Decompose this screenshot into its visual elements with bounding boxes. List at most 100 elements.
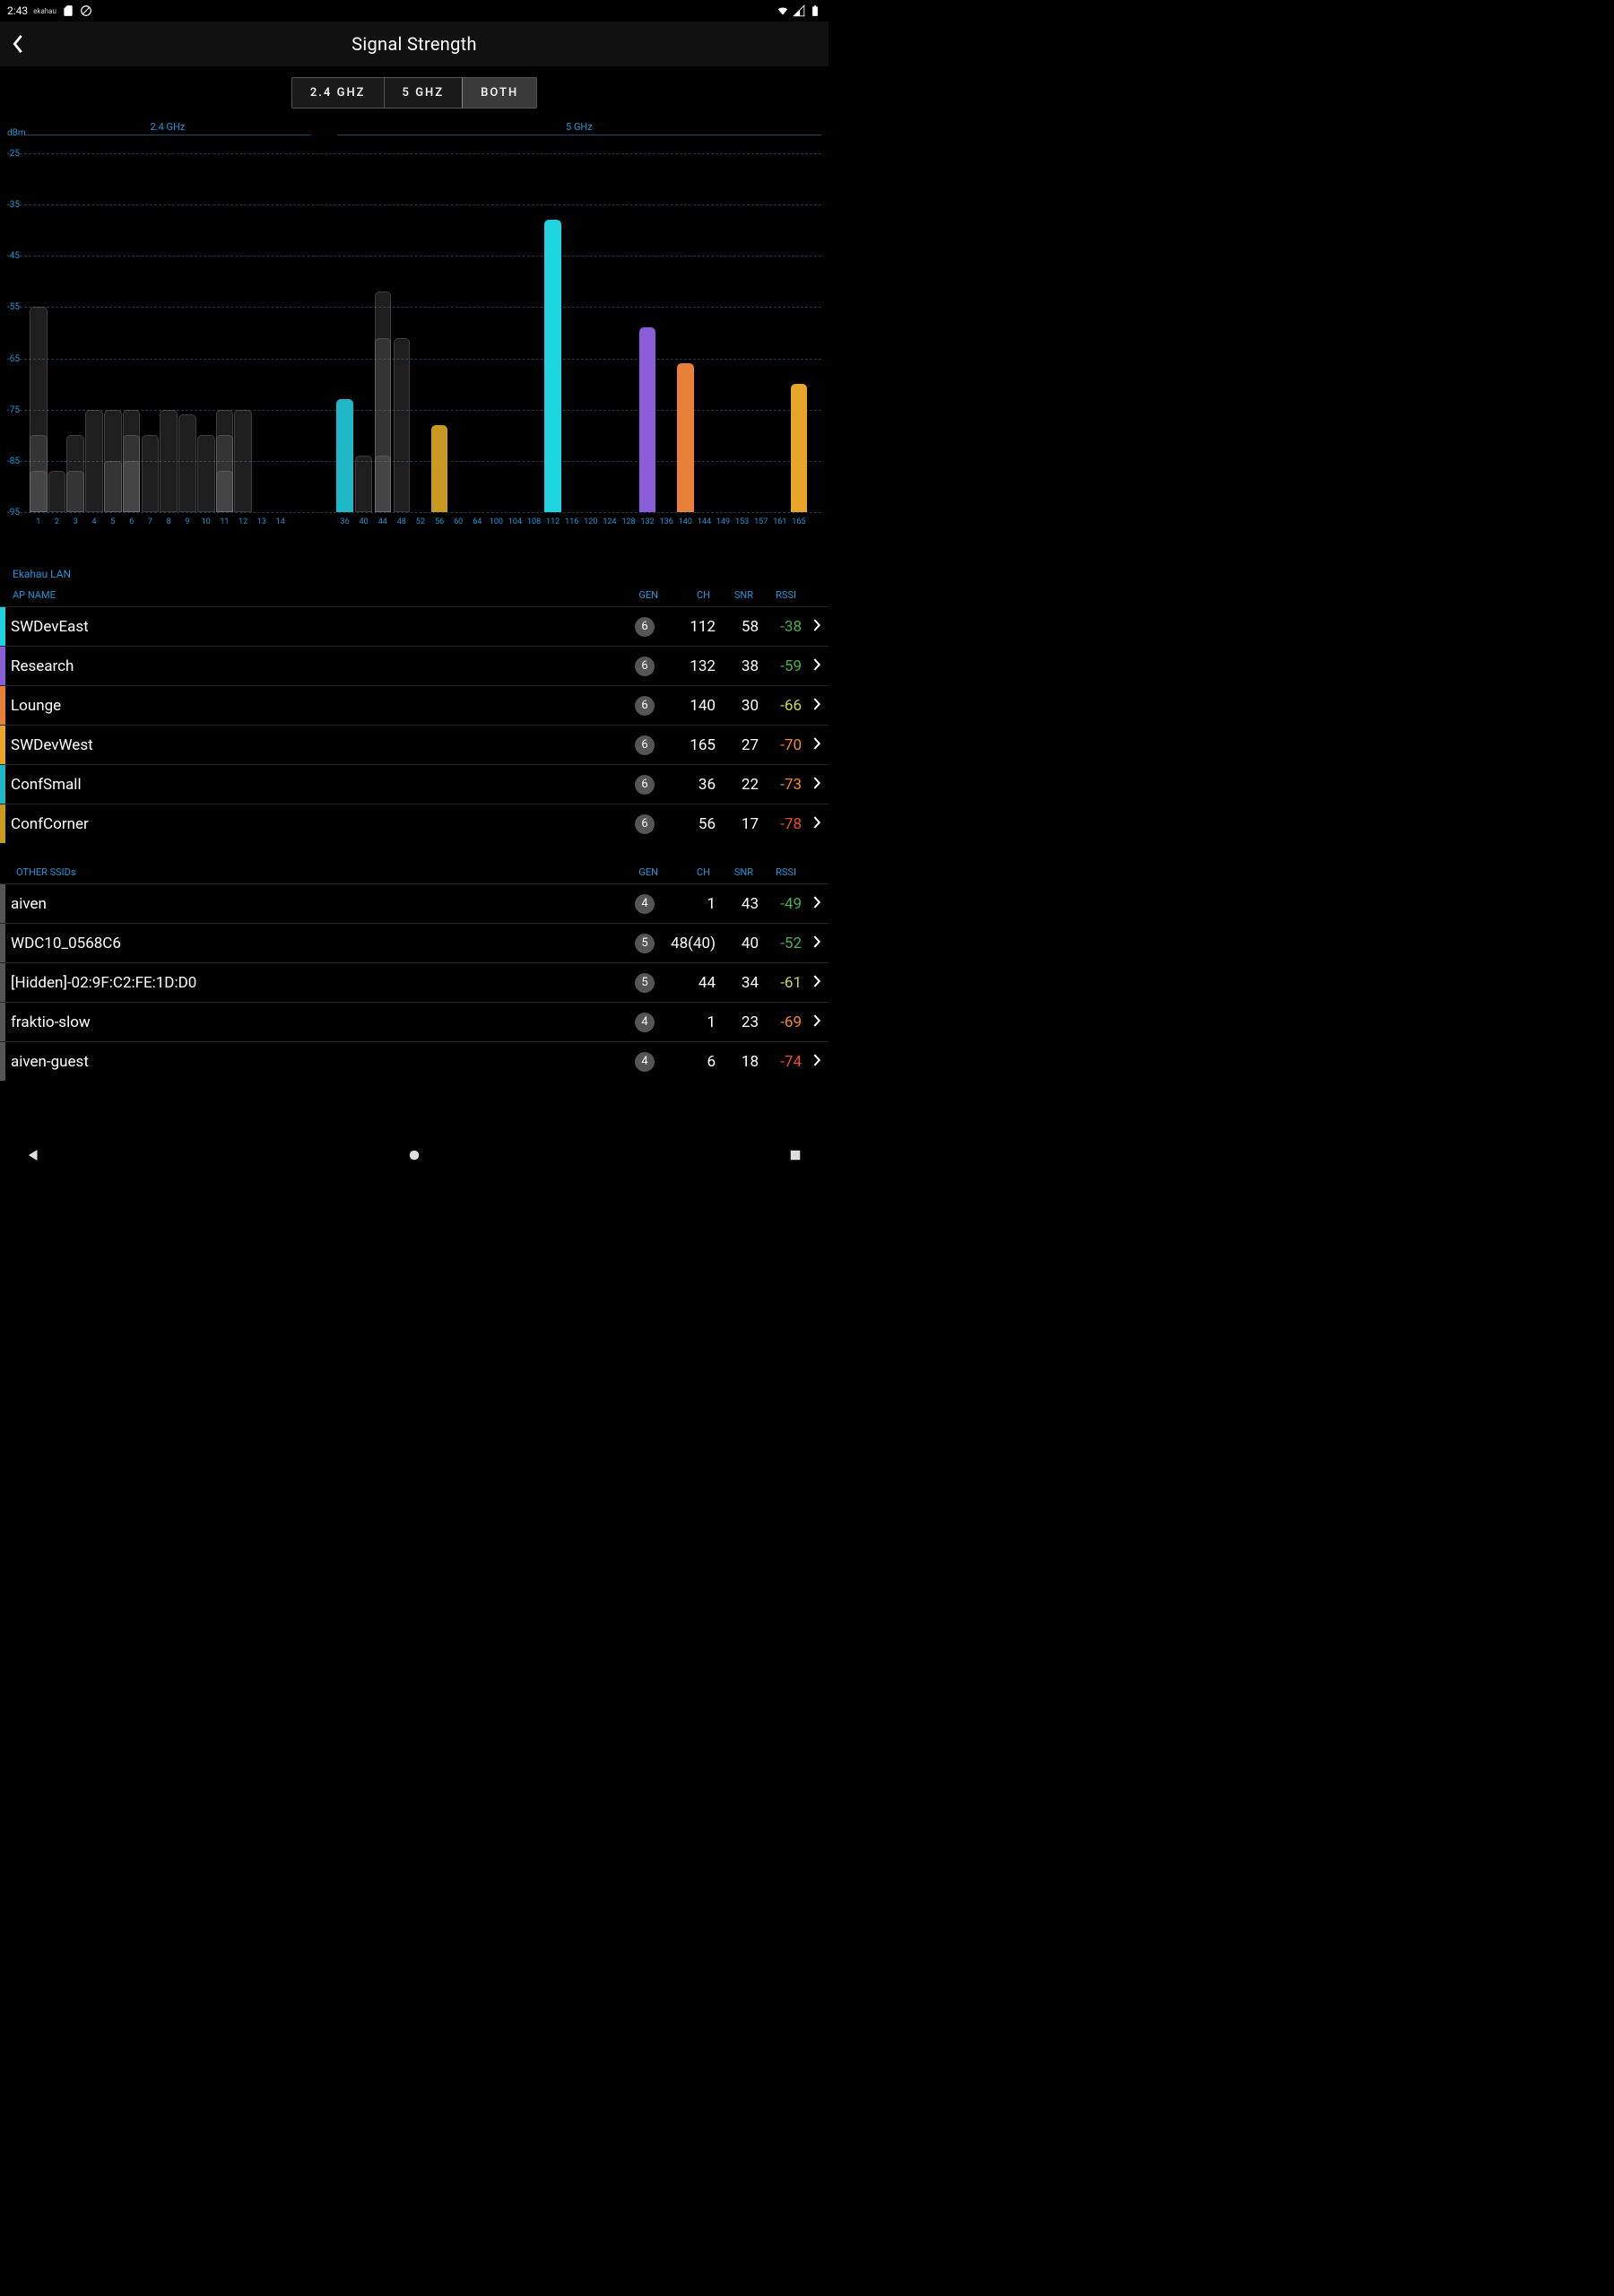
snr-value: 38 — [716, 657, 759, 675]
chevron-right-icon — [802, 736, 821, 754]
snr-value: 43 — [716, 895, 759, 913]
x-tick: 116 — [565, 517, 578, 526]
ap-name: fraktio-slow — [5, 1013, 626, 1031]
ghost-bar — [160, 410, 178, 512]
cell-signal-icon — [793, 4, 805, 17]
ap-row[interactable]: Lounge 6 140 30 -66 — [0, 685, 829, 725]
sd-card-icon — [62, 4, 74, 17]
y-tick: -45 — [7, 251, 20, 261]
gen-badge: 6 — [635, 775, 655, 795]
x-tick: 3 — [74, 517, 78, 526]
rssi-value: -49 — [759, 895, 802, 913]
gen-badge: 5 — [635, 934, 655, 953]
ghost-bar — [394, 338, 411, 512]
ap-row[interactable]: ConfSmall 6 36 22 -73 — [0, 764, 829, 804]
ap-name: Research — [5, 657, 626, 675]
signal-bar — [791, 384, 808, 512]
rssi-value: -69 — [759, 1013, 802, 1031]
ap-name: [Hidden]-02:9F:C2:FE:1D:D0 — [5, 974, 626, 992]
x-tick: 60 — [454, 517, 463, 526]
chevron-right-icon — [802, 935, 821, 952]
x-tick: 124 — [603, 517, 616, 526]
ap-row[interactable]: fraktio-slow 4 1 23 -69 — [0, 1002, 829, 1041]
ap-row[interactable]: [Hidden]-02:9F:C2:FE:1D:D0 5 44 34 -61 — [0, 962, 829, 1002]
chevron-right-icon — [802, 1053, 821, 1071]
y-tick: -25 — [7, 149, 20, 159]
rssi-value: -66 — [759, 697, 802, 715]
rssi-value: -78 — [759, 815, 802, 833]
status-clock: 2:43 — [7, 4, 28, 17]
wifi-icon — [777, 4, 789, 17]
x-tick: 14 — [276, 517, 285, 526]
x-tick: 140 — [679, 517, 692, 526]
x-tick: 108 — [527, 517, 541, 526]
snr-value: 27 — [716, 736, 759, 754]
x-tick: 8 — [167, 517, 171, 526]
x-tick: 153 — [735, 517, 749, 526]
ap-row[interactable]: SWDevEast 6 112 58 -38 — [0, 606, 829, 646]
x-tick: 5 — [110, 517, 115, 526]
ekahau-lan-section: Ekahau LAN AP NAME GEN CH SNR RSSI SWDev… — [0, 561, 829, 843]
x-tick: 56 — [435, 517, 444, 526]
x-tick: 104 — [508, 517, 522, 526]
gen-badge: 6 — [635, 735, 655, 755]
x-tick: 120 — [584, 517, 597, 526]
app-header: Signal Strength — [0, 22, 829, 66]
segment-5ghz[interactable]: 5 GHZ — [385, 78, 464, 108]
ap-row[interactable]: WDC10_0568C6 5 48(40) 40 -52 — [0, 923, 829, 962]
status-bar: 2:43 ekahau — [0, 0, 829, 22]
chevron-right-icon — [802, 776, 821, 794]
x-tick: 112 — [546, 517, 560, 526]
snr-value: 30 — [716, 697, 759, 715]
nav-recent[interactable] — [787, 1147, 803, 1167]
signal-bar — [336, 399, 353, 512]
rssi-value: -74 — [759, 1053, 802, 1071]
snr-value: 22 — [716, 776, 759, 794]
x-tick: 7 — [148, 517, 152, 526]
y-tick: -65 — [7, 354, 20, 364]
signal-bar — [544, 220, 561, 512]
ghost-bar — [30, 471, 48, 512]
channel-value: 112 — [664, 618, 716, 636]
rssi-value: -52 — [759, 935, 802, 952]
chevron-right-icon — [802, 974, 821, 992]
rssi-value: -61 — [759, 974, 802, 992]
ap-name: WDC10_0568C6 — [5, 935, 626, 952]
ghost-bar — [197, 435, 215, 512]
gen-badge: 4 — [635, 894, 655, 914]
x-tick: 36 — [341, 517, 350, 526]
channel-value: 165 — [664, 736, 716, 754]
channel-value: 36 — [664, 776, 716, 794]
chevron-right-icon — [802, 618, 821, 636]
column-headers-other: OTHER SSIDs GEN CH SNR RSSI — [0, 863, 829, 883]
column-headers: AP NAME GEN CH SNR RSSI — [0, 586, 829, 606]
x-tick: 4 — [92, 517, 97, 526]
gen-badge: 6 — [635, 696, 655, 716]
x-tick: 161 — [773, 517, 786, 526]
page-title: Signal Strength — [0, 33, 829, 55]
segment-both[interactable]: BOTH — [462, 77, 537, 109]
ap-row[interactable]: SWDevWest 6 165 27 -70 — [0, 725, 829, 764]
x-tick: 40 — [360, 517, 369, 526]
x-tick: 165 — [792, 517, 805, 526]
x-tick: 52 — [416, 517, 425, 526]
ghost-bar — [48, 471, 66, 512]
nav-home[interactable] — [406, 1147, 422, 1167]
ap-row[interactable]: ConfCorner 6 56 17 -78 — [0, 804, 829, 843]
ap-row[interactable]: aiven 4 1 43 -49 — [0, 883, 829, 923]
segment-24ghz[interactable]: 2.4 GHZ — [292, 78, 385, 108]
signal-chart: dBm 2.4 GHz 5 GHz -25-35-45-55-65-75-85-… — [0, 114, 829, 541]
android-nav-bar — [0, 1139, 829, 1175]
gen-badge: 4 — [635, 1013, 655, 1032]
ap-name: ConfSmall — [5, 776, 626, 794]
chevron-right-icon — [802, 815, 821, 833]
x-tick: 11 — [220, 517, 229, 526]
rssi-value: -73 — [759, 776, 802, 794]
snr-value: 23 — [716, 1013, 759, 1031]
nav-back[interactable] — [25, 1147, 41, 1167]
x-tick: 100 — [490, 517, 503, 526]
ap-row[interactable]: aiven-guest 4 6 18 -74 — [0, 1041, 829, 1081]
y-tick: -55 — [7, 302, 20, 312]
ap-row[interactable]: Research 6 132 38 -59 — [0, 646, 829, 685]
y-tick: -85 — [7, 457, 20, 466]
